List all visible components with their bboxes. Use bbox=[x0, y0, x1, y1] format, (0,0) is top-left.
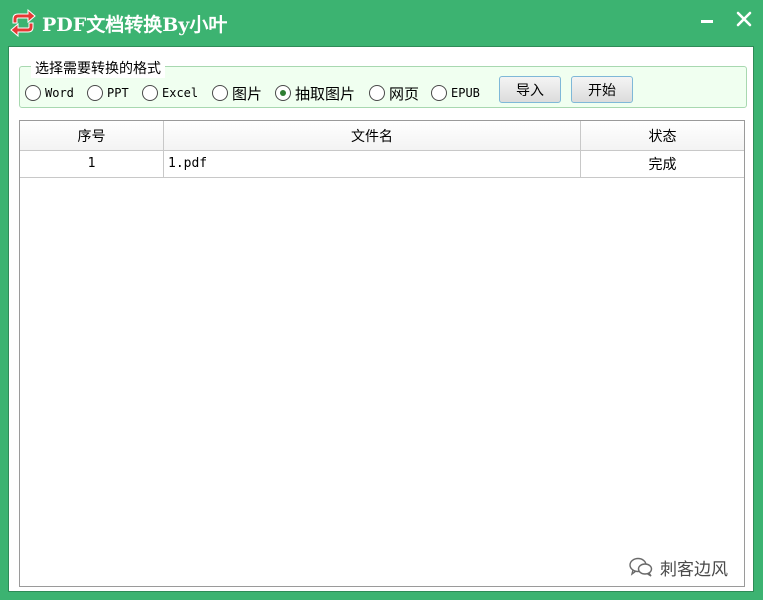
column-header-filename[interactable]: 文件名 bbox=[164, 121, 581, 150]
radio-button-icon bbox=[431, 85, 447, 101]
watermark-text: 刺客边风 bbox=[660, 559, 728, 580]
title-bar[interactable]: PDF文档转换By小叶 bbox=[0, 0, 763, 44]
client-area: 选择需要转换的格式 Word PPT Excel 图片 抽取图片 网页 EPUB… bbox=[8, 46, 754, 592]
radio-ppt[interactable]: PPT bbox=[87, 83, 129, 103]
radio-image[interactable]: 图片 bbox=[212, 83, 262, 103]
start-button[interactable]: 开始 bbox=[571, 76, 633, 103]
radio-excel-label: Excel bbox=[162, 86, 199, 100]
radio-button-icon bbox=[369, 85, 385, 101]
radio-webpage-label: 网页 bbox=[389, 84, 420, 103]
wechat-icon bbox=[629, 557, 653, 577]
minimize-button[interactable] bbox=[696, 8, 720, 32]
cell-index: 1 bbox=[20, 150, 164, 177]
radio-word[interactable]: Word bbox=[25, 83, 74, 103]
close-button[interactable] bbox=[732, 8, 756, 32]
radio-button-icon bbox=[142, 85, 158, 101]
radio-extract-images-label: 抽取图片 bbox=[295, 84, 356, 103]
radio-button-icon bbox=[212, 85, 228, 101]
watermark: 刺客边风 bbox=[628, 556, 728, 580]
convert-arrows-icon bbox=[10, 9, 36, 37]
radio-extract-images[interactable]: 抽取图片 bbox=[275, 83, 355, 103]
file-table[interactable]: 序号 文件名 状态 1 1.pdf 完成 bbox=[19, 120, 745, 587]
column-header-index[interactable]: 序号 bbox=[20, 121, 164, 150]
radio-image-label: 图片 bbox=[232, 84, 263, 103]
minimize-icon bbox=[701, 20, 713, 23]
radio-button-selected-icon bbox=[275, 85, 291, 101]
radio-epub[interactable]: EPUB bbox=[431, 83, 480, 103]
cell-filename: 1.pdf bbox=[164, 150, 581, 177]
close-icon bbox=[736, 11, 752, 27]
radio-button-icon bbox=[25, 85, 41, 101]
app-window: PDF文档转换By小叶 选择需要转换的格式 Word PPT Excel 图片 … bbox=[0, 0, 763, 600]
import-button[interactable]: 导入 bbox=[499, 76, 561, 103]
radio-ppt-label: PPT bbox=[107, 86, 129, 100]
window-title: PDF文档转换By小叶 bbox=[42, 14, 228, 36]
radio-epub-label: EPUB bbox=[451, 86, 480, 100]
table-row[interactable]: 1 1.pdf 完成 bbox=[20, 150, 744, 178]
format-group-legend: 选择需要转换的格式 bbox=[31, 58, 165, 78]
radio-word-label: Word bbox=[45, 86, 74, 100]
table-header: 序号 文件名 状态 bbox=[20, 121, 744, 151]
cell-status: 完成 bbox=[648, 156, 677, 173]
radio-button-icon bbox=[87, 85, 103, 101]
column-header-status[interactable]: 状态 bbox=[581, 121, 744, 150]
radio-excel[interactable]: Excel bbox=[142, 83, 198, 103]
radio-selected-dot bbox=[280, 90, 286, 96]
radio-webpage[interactable]: 网页 bbox=[369, 83, 419, 103]
